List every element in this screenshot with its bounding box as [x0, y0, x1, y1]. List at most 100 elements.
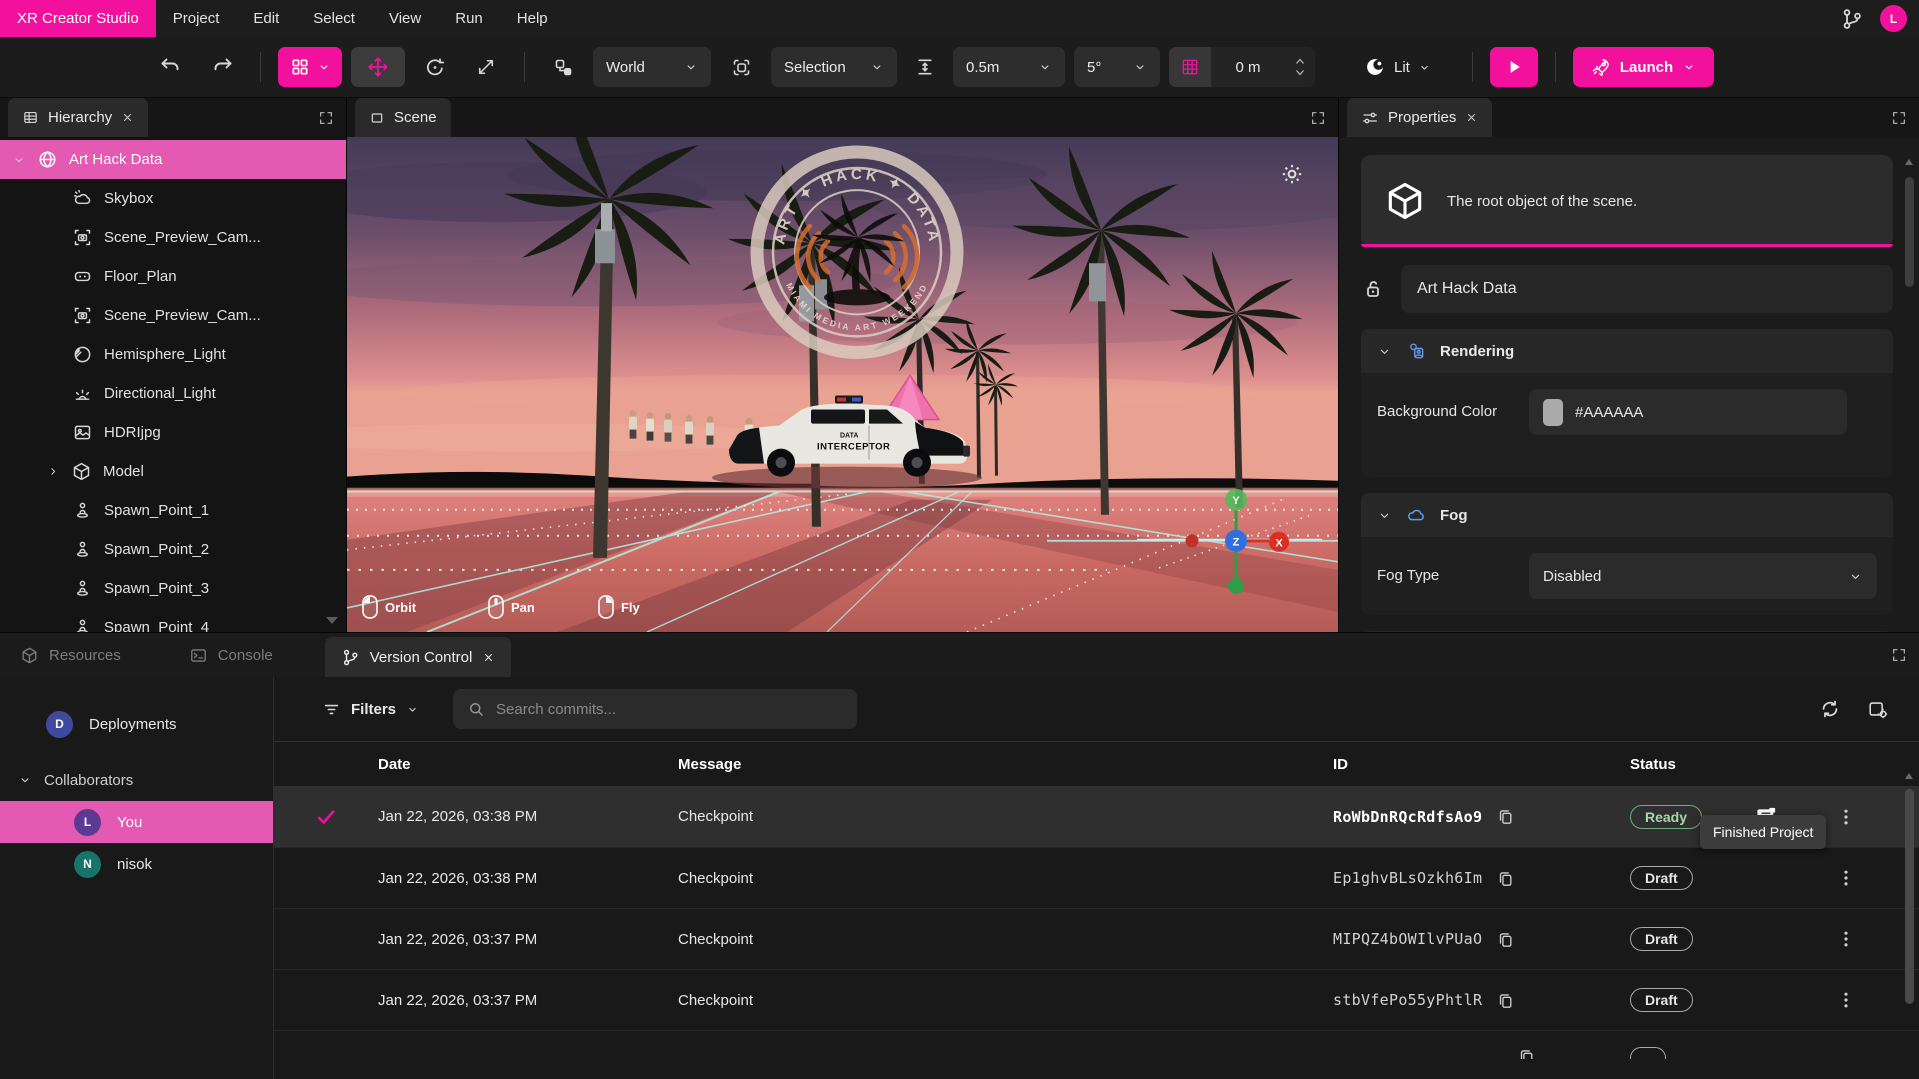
- sliders-icon: [1361, 109, 1379, 127]
- play-button[interactable]: [1490, 47, 1538, 87]
- sidebar-group-collaborators[interactable]: Collaborators: [0, 759, 273, 801]
- tree-item-root[interactable]: Art Hack Data: [0, 140, 346, 179]
- column-status: Status: [1630, 756, 1726, 773]
- tab-version-control[interactable]: Version Control: [325, 637, 512, 677]
- filters-button[interactable]: Filters: [322, 700, 419, 719]
- menu-run[interactable]: Run: [438, 0, 500, 37]
- scrollbar-thumb[interactable]: [1905, 789, 1914, 1004]
- version-control-commits: Filters Date Message: [274, 677, 1919, 1079]
- move-tool-button[interactable]: [351, 47, 405, 87]
- tab-hierarchy[interactable]: Hierarchy: [8, 98, 148, 137]
- scroll-down-indicator[interactable]: [326, 617, 338, 624]
- snap-align-button[interactable]: [906, 47, 944, 87]
- column-date: Date: [378, 756, 678, 773]
- fog-type-select[interactable]: Disabled: [1529, 553, 1877, 599]
- rotate-tool-button[interactable]: [414, 47, 456, 87]
- shading-mode-select[interactable]: Lit: [1354, 56, 1441, 78]
- menu-help[interactable]: Help: [500, 0, 565, 37]
- table-row[interactable]: Jan 22, 2026, 03:38 PM Checkpoint Ep1ghv…: [274, 847, 1919, 908]
- tree-item[interactable]: Scene_Preview_Cam...: [0, 218, 346, 257]
- copy-id-icon[interactable]: [1496, 807, 1515, 826]
- redo-button[interactable]: [201, 47, 243, 87]
- sidebar-item-nisok[interactable]: N nisok: [0, 843, 273, 885]
- expand-panel-icon[interactable]: [1891, 98, 1907, 137]
- close-icon[interactable]: [1465, 111, 1478, 124]
- table-row[interactable]: Jan 22, 2026, 03:37 PM Checkpoint stbVfe…: [274, 969, 1919, 1030]
- launch-button[interactable]: Launch: [1573, 47, 1714, 87]
- refresh-icon[interactable]: [1819, 698, 1841, 720]
- tree-item[interactable]: Spawn_Point_1: [0, 491, 346, 530]
- rotate-snap-select[interactable]: 5°: [1074, 47, 1160, 87]
- select-tool-button[interactable]: [278, 47, 342, 87]
- color-swatch[interactable]: [1543, 399, 1563, 426]
- pivot-bounds-button[interactable]: [720, 47, 762, 87]
- copy-id-icon[interactable]: [1496, 991, 1515, 1010]
- tab-properties[interactable]: Properties: [1347, 98, 1492, 137]
- tab-scene[interactable]: Scene: [355, 98, 451, 137]
- tree-item[interactable]: Hemisphere_Light: [0, 335, 346, 374]
- table-row[interactable]: Jan 22, 2026, 03:38 PM Checkpoint RoWbDn…: [274, 786, 1919, 847]
- tab-resources[interactable]: Resources: [4, 633, 137, 677]
- undo-button[interactable]: [150, 47, 192, 87]
- tree-item[interactable]: Floor_Plan: [0, 257, 346, 296]
- tab-console[interactable]: Console: [173, 633, 289, 677]
- tree-item[interactable]: Skybox: [0, 179, 346, 218]
- app-title[interactable]: XR Creator Studio: [0, 0, 156, 37]
- scrollbar-up-arrow[interactable]: [1905, 159, 1913, 165]
- svg-text:Y: Y: [1232, 495, 1240, 507]
- properties-body: The root object of the scene. Art Hack D…: [1339, 137, 1919, 632]
- menu-select[interactable]: Select: [296, 0, 372, 37]
- scene-canvas[interactable]: DATA INTERCEPTOR: [347, 137, 1338, 632]
- skybox-icon: [72, 188, 93, 209]
- tree-item[interactable]: Spawn_Point_3: [0, 569, 346, 608]
- object-name-field[interactable]: Art Hack Data: [1401, 265, 1893, 313]
- row-menu-icon[interactable]: [1806, 929, 1886, 949]
- tree-item[interactable]: Model: [0, 452, 346, 491]
- focus-mode-select[interactable]: Selection: [771, 47, 897, 87]
- version-control-icon[interactable]: [1840, 7, 1864, 31]
- column-id: ID: [1333, 756, 1630, 773]
- scrollbar-up-arrow[interactable]: [1905, 773, 1913, 779]
- tree-item[interactable]: Spawn_Point_2: [0, 530, 346, 569]
- grid-height-value[interactable]: 0 m: [1211, 47, 1285, 87]
- table-row[interactable]: Jan 22, 2026, 03:37 PM Checkpoint MIPQZ4…: [274, 908, 1919, 969]
- menu-view[interactable]: View: [372, 0, 438, 37]
- grid-icon[interactable]: [1169, 47, 1211, 87]
- user-avatar[interactable]: L: [1880, 5, 1907, 32]
- row-menu-icon[interactable]: [1806, 868, 1886, 888]
- image-icon: [72, 422, 93, 443]
- menu-project[interactable]: Project: [156, 0, 237, 37]
- expand-panel-icon[interactable]: [318, 98, 334, 137]
- copy-id-icon[interactable]: [1496, 869, 1515, 888]
- console-icon: [189, 646, 208, 665]
- lock-open-icon[interactable]: [1361, 277, 1385, 301]
- parenting-tool-button[interactable]: [542, 47, 584, 87]
- close-icon[interactable]: [121, 111, 134, 124]
- menu-edit[interactable]: Edit: [236, 0, 296, 37]
- row-menu-icon[interactable]: [1806, 990, 1886, 1010]
- tree-item[interactable]: Spawn_Point_4: [0, 608, 346, 632]
- search-commits-input[interactable]: [496, 701, 843, 718]
- commit-settings-icon[interactable]: [1867, 698, 1889, 720]
- scale-tool-button[interactable]: [465, 47, 507, 87]
- copy-id-icon[interactable]: [1496, 930, 1515, 949]
- sidebar-item-deployments[interactable]: D Deployments: [0, 703, 273, 745]
- status-badge: Draft: [1630, 927, 1693, 951]
- grid-height-stepper[interactable]: [1285, 47, 1315, 87]
- expand-panel-icon[interactable]: [1891, 647, 1907, 663]
- chevron-down-icon: [1133, 60, 1147, 74]
- section-rendering-header[interactable]: Rendering: [1361, 329, 1893, 373]
- tree-item[interactable]: HDRIjpg: [0, 413, 346, 452]
- scrollbar-thumb[interactable]: [1905, 177, 1914, 287]
- transform-space-select[interactable]: World: [593, 47, 711, 87]
- background-color-field[interactable]: #AAAAAA: [1529, 389, 1847, 435]
- section-fog-header[interactable]: Fog: [1361, 493, 1893, 537]
- sidebar-item-you[interactable]: L You: [0, 801, 273, 843]
- commits-table-header: Date Message ID Status: [274, 742, 1919, 786]
- close-icon[interactable]: [482, 651, 495, 664]
- tree-item[interactable]: Scene_Preview_Cam...: [0, 296, 346, 335]
- commit-date: Jan 22, 2026, 03:37 PM: [378, 931, 678, 948]
- move-snap-select[interactable]: 0.5m: [953, 47, 1065, 87]
- tree-item[interactable]: Directional_Light: [0, 374, 346, 413]
- expand-panel-icon[interactable]: [1310, 98, 1326, 137]
